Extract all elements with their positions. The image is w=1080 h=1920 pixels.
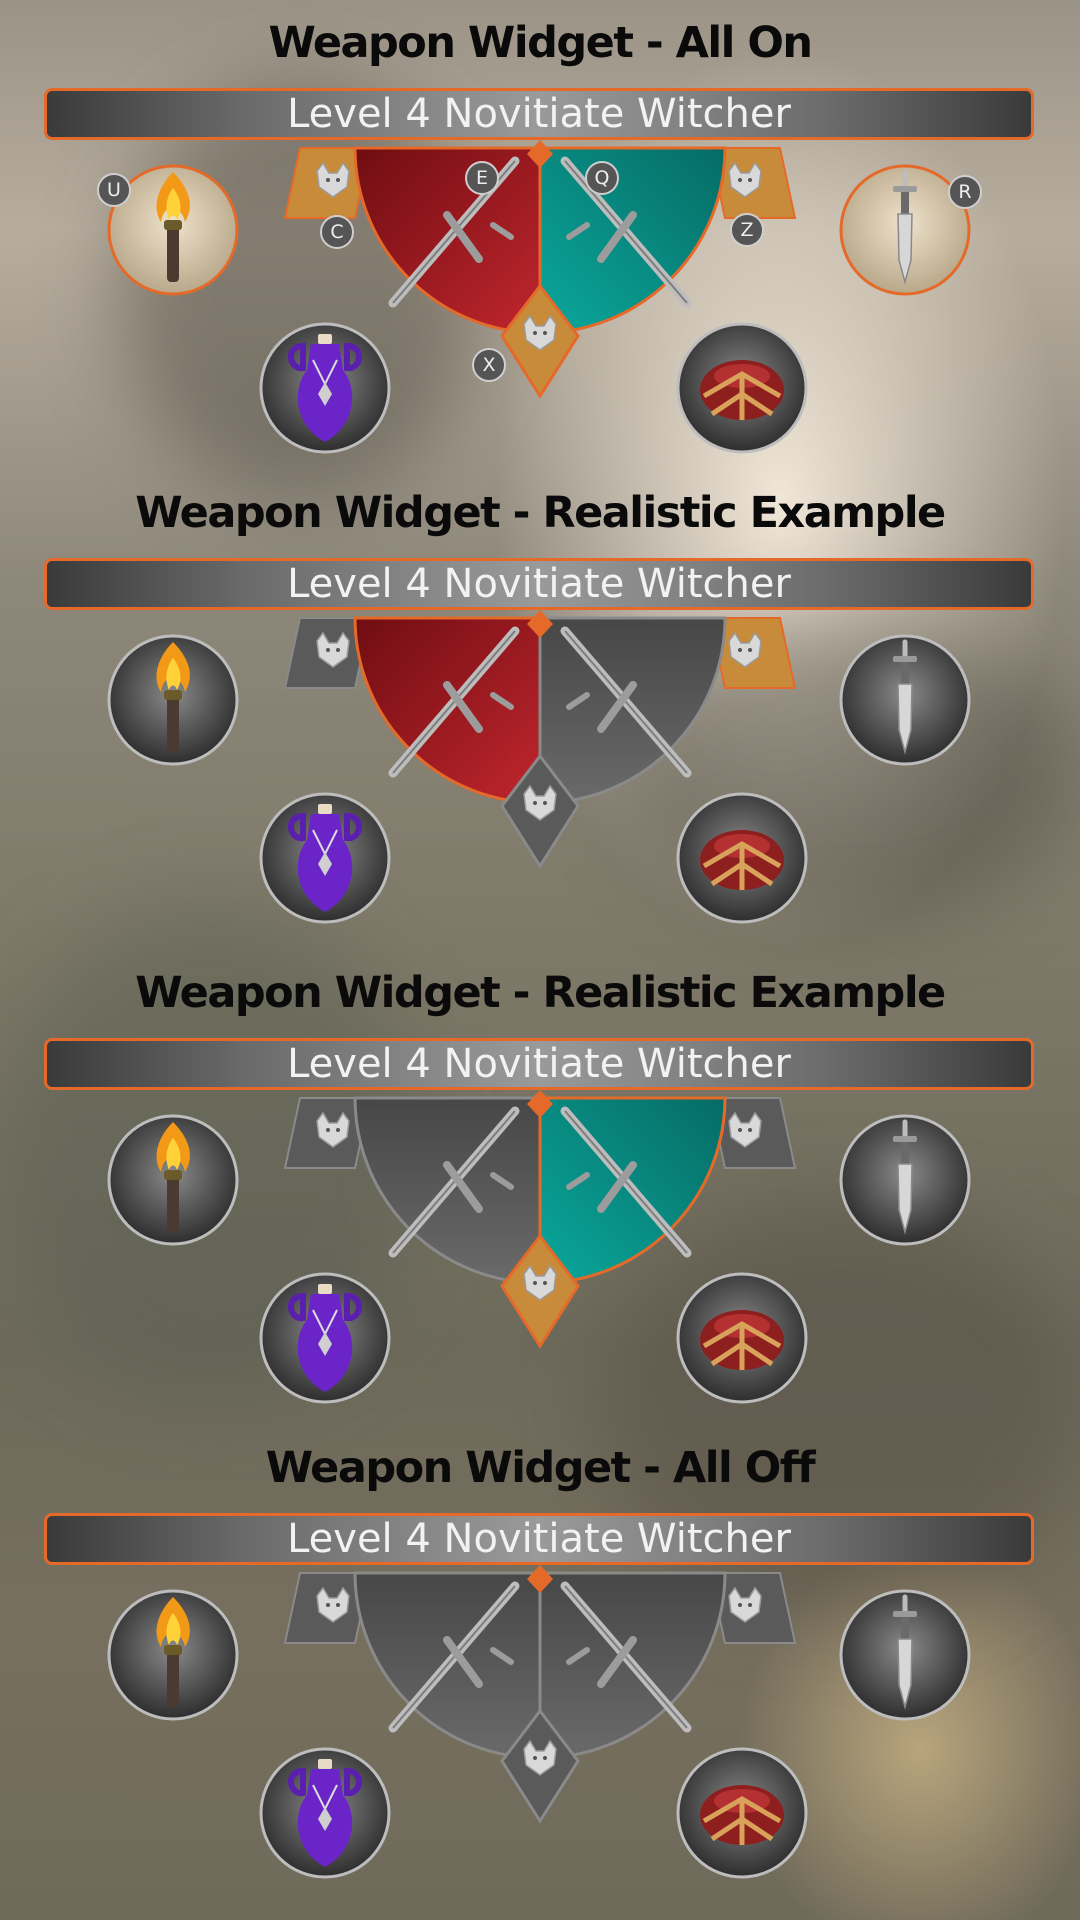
bomb-slot[interactable] bbox=[676, 792, 808, 924]
key-hint-steel-sword: E bbox=[465, 161, 499, 195]
level-bar: Level 4 Novitiate Witcher bbox=[44, 88, 1034, 140]
weapon-widget-section: Weapon Widget - Realistic Example Level … bbox=[0, 488, 1080, 948]
bomb-pouch-icon bbox=[700, 1785, 784, 1845]
potion-slot[interactable] bbox=[259, 1747, 391, 1879]
level-bar: Level 4 Novitiate Witcher bbox=[44, 1038, 1034, 1090]
silver-sword-slot[interactable] bbox=[538, 1096, 727, 1285]
key-hint-torch: U bbox=[97, 173, 131, 207]
silver-sword-slot[interactable] bbox=[538, 616, 727, 805]
potion-slot[interactable] bbox=[259, 792, 391, 924]
key-hint-right-ornament: Z bbox=[730, 213, 764, 247]
bomb-slot[interactable] bbox=[676, 1272, 808, 1404]
silver-sword-slot[interactable] bbox=[538, 1571, 727, 1760]
bomb-slot[interactable] bbox=[676, 1747, 808, 1879]
potion-slot[interactable] bbox=[259, 322, 391, 454]
level-bar: Level 4 Novitiate Witcher bbox=[44, 1513, 1034, 1565]
silver-sword-slot[interactable] bbox=[538, 146, 727, 335]
steel-sword-slot[interactable] bbox=[353, 1571, 542, 1760]
key-hint-center: X bbox=[472, 348, 506, 382]
torch-slot[interactable] bbox=[107, 634, 239, 766]
steel-sword-slot[interactable] bbox=[353, 616, 542, 805]
weapon-dial bbox=[107, 1565, 971, 1879]
bomb-pouch-icon bbox=[700, 360, 784, 420]
steel-sword-slot[interactable] bbox=[353, 1096, 542, 1285]
weapon-dial bbox=[107, 1090, 971, 1404]
steel-sword-slot[interactable] bbox=[353, 146, 542, 335]
weapon-dial bbox=[107, 610, 971, 924]
key-hint-dagger: R bbox=[948, 175, 982, 209]
weapon-widget-section: Weapon Widget - All On Level 4 Novitiate… bbox=[0, 18, 1080, 478]
level-bar: Level 4 Novitiate Witcher bbox=[44, 558, 1034, 610]
potion-slot[interactable] bbox=[259, 1272, 391, 1404]
torch-slot[interactable] bbox=[107, 1114, 239, 1246]
key-hint-silver-sword: Q bbox=[585, 161, 619, 195]
key-hint-left-ornament: C bbox=[320, 215, 354, 249]
bomb-pouch-icon bbox=[700, 1310, 784, 1370]
bomb-slot[interactable] bbox=[676, 322, 808, 454]
bomb-pouch-icon bbox=[700, 830, 784, 890]
weapon-widget-section: Weapon Widget - Realistic Example Level … bbox=[0, 968, 1080, 1428]
torch-slot[interactable] bbox=[107, 1589, 239, 1721]
dagger-slot[interactable] bbox=[839, 1589, 971, 1721]
dagger-slot[interactable] bbox=[839, 1114, 971, 1246]
weapon-dial bbox=[107, 140, 971, 454]
weapon-widget-section: Weapon Widget - All Off Level 4 Novitiat… bbox=[0, 1443, 1080, 1903]
dagger-slot[interactable] bbox=[839, 634, 971, 766]
